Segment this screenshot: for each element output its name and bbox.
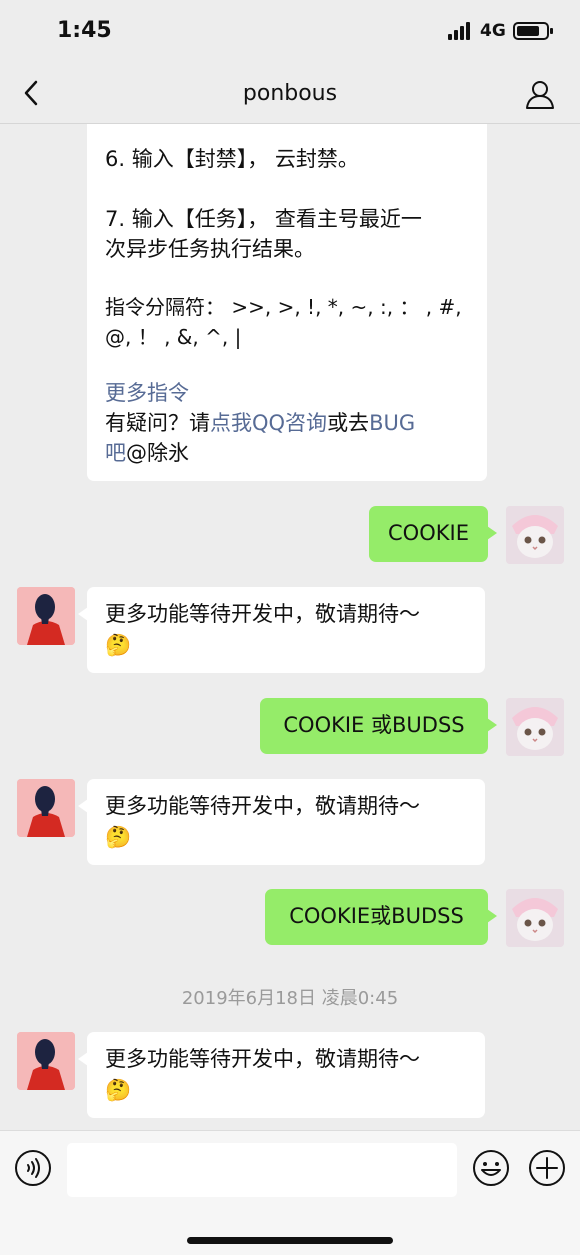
voice-icon[interactable] <box>14 1149 52 1187</box>
or-go-text: 或去 <box>327 411 370 435</box>
message-text: 更多功能等待开发中，敬请期待～ <box>105 794 420 818</box>
incoming-message[interactable]: 更多功能等待开发中，敬请期待～ 🤔 <box>78 1032 485 1118</box>
message-timestamp: 2019年6月18日 凌晨0:45 <box>181 988 399 1009</box>
separator-line-a: 指令分隔符： >>, >, !, *, ~, :, ： , #, <box>105 295 462 319</box>
home-indicator[interactable] <box>187 1237 393 1244</box>
command-help-message: 6. 输入【封禁】， 云封禁。 7. 输入【任务】， 查看主号最近一 次异步任务… <box>87 124 487 481</box>
network-type: 4G <box>480 21 506 41</box>
help-line-6: 6. 输入【封禁】， 云封禁。 <box>105 147 359 171</box>
sender-avatar[interactable] <box>17 779 75 837</box>
battery-icon <box>513 22 553 40</box>
outgoing-message[interactable]: COOKIE 或BUDSS <box>260 698 497 754</box>
message-text: 更多功能等待开发中，敬请期待～ <box>105 602 420 626</box>
cat-avatar-image <box>506 889 564 947</box>
status-bar: 1:45 4G <box>0 0 580 64</box>
question-prefix: 有疑问？请 <box>105 411 210 435</box>
message-input[interactable] <box>67 1143 457 1197</box>
thinking-emoji: 🤔 <box>105 1078 132 1102</box>
help-line-7a: 7. 输入【任务】， 查看主号最近一 <box>105 207 422 231</box>
help-line-7b: 次异步任务执行结果。 <box>105 237 315 261</box>
thinking-emoji: 🤔 <box>105 633 132 657</box>
silhouette-avatar-image <box>17 779 75 837</box>
input-bar <box>0 1130 580 1255</box>
my-avatar[interactable] <box>506 698 564 756</box>
incoming-message[interactable]: 更多功能等待开发中，敬请期待～ 🤔 <box>78 587 485 673</box>
message-text: COOKIE或BUDSS <box>289 904 464 928</box>
sender-avatar[interactable] <box>17 587 75 645</box>
thinking-emoji: 🤔 <box>105 825 132 849</box>
bug-link-continued[interactable]: 吧 <box>105 441 126 465</box>
message-text: COOKIE 或BUDSS <box>283 713 465 737</box>
incoming-message[interactable]: 更多功能等待开发中，敬请期待～ 🤔 <box>78 779 485 865</box>
qq-consult-link[interactable]: 点我QQ咨询 <box>210 411 327 435</box>
plus-icon[interactable] <box>528 1149 566 1187</box>
silhouette-avatar-image <box>17 1032 75 1090</box>
more-commands-link[interactable]: 更多指令 <box>105 378 189 409</box>
outgoing-message[interactable]: COOKIE或BUDSS <box>265 889 497 945</box>
separator-line-b: @, ！ , &, ^, | <box>105 325 242 349</box>
mention-text: @除氷 <box>126 441 189 465</box>
outgoing-message[interactable]: COOKIE <box>369 506 497 562</box>
signal-icon <box>448 22 474 40</box>
my-avatar[interactable] <box>506 889 564 947</box>
bug-link[interactable]: BUG <box>369 411 415 435</box>
silhouette-avatar-image <box>17 587 75 645</box>
message-text: COOKIE <box>388 521 469 545</box>
chat-header: ponbous <box>0 64 580 124</box>
sender-avatar[interactable] <box>17 1032 75 1090</box>
question-line: 有疑问？请点我QQ咨询或去BUG <box>105 408 415 439</box>
chat-title: ponbous <box>242 81 338 106</box>
message-text: 更多功能等待开发中，敬请期待～ <box>105 1047 420 1071</box>
emoji-icon[interactable] <box>472 1149 510 1187</box>
mention-line: 吧@除氷 <box>105 438 189 469</box>
my-avatar[interactable] <box>506 506 564 564</box>
status-time: 1:45 <box>57 18 112 43</box>
cat-avatar-image <box>506 506 564 564</box>
cat-avatar-image <box>506 698 564 756</box>
person-icon[interactable] <box>524 78 556 110</box>
